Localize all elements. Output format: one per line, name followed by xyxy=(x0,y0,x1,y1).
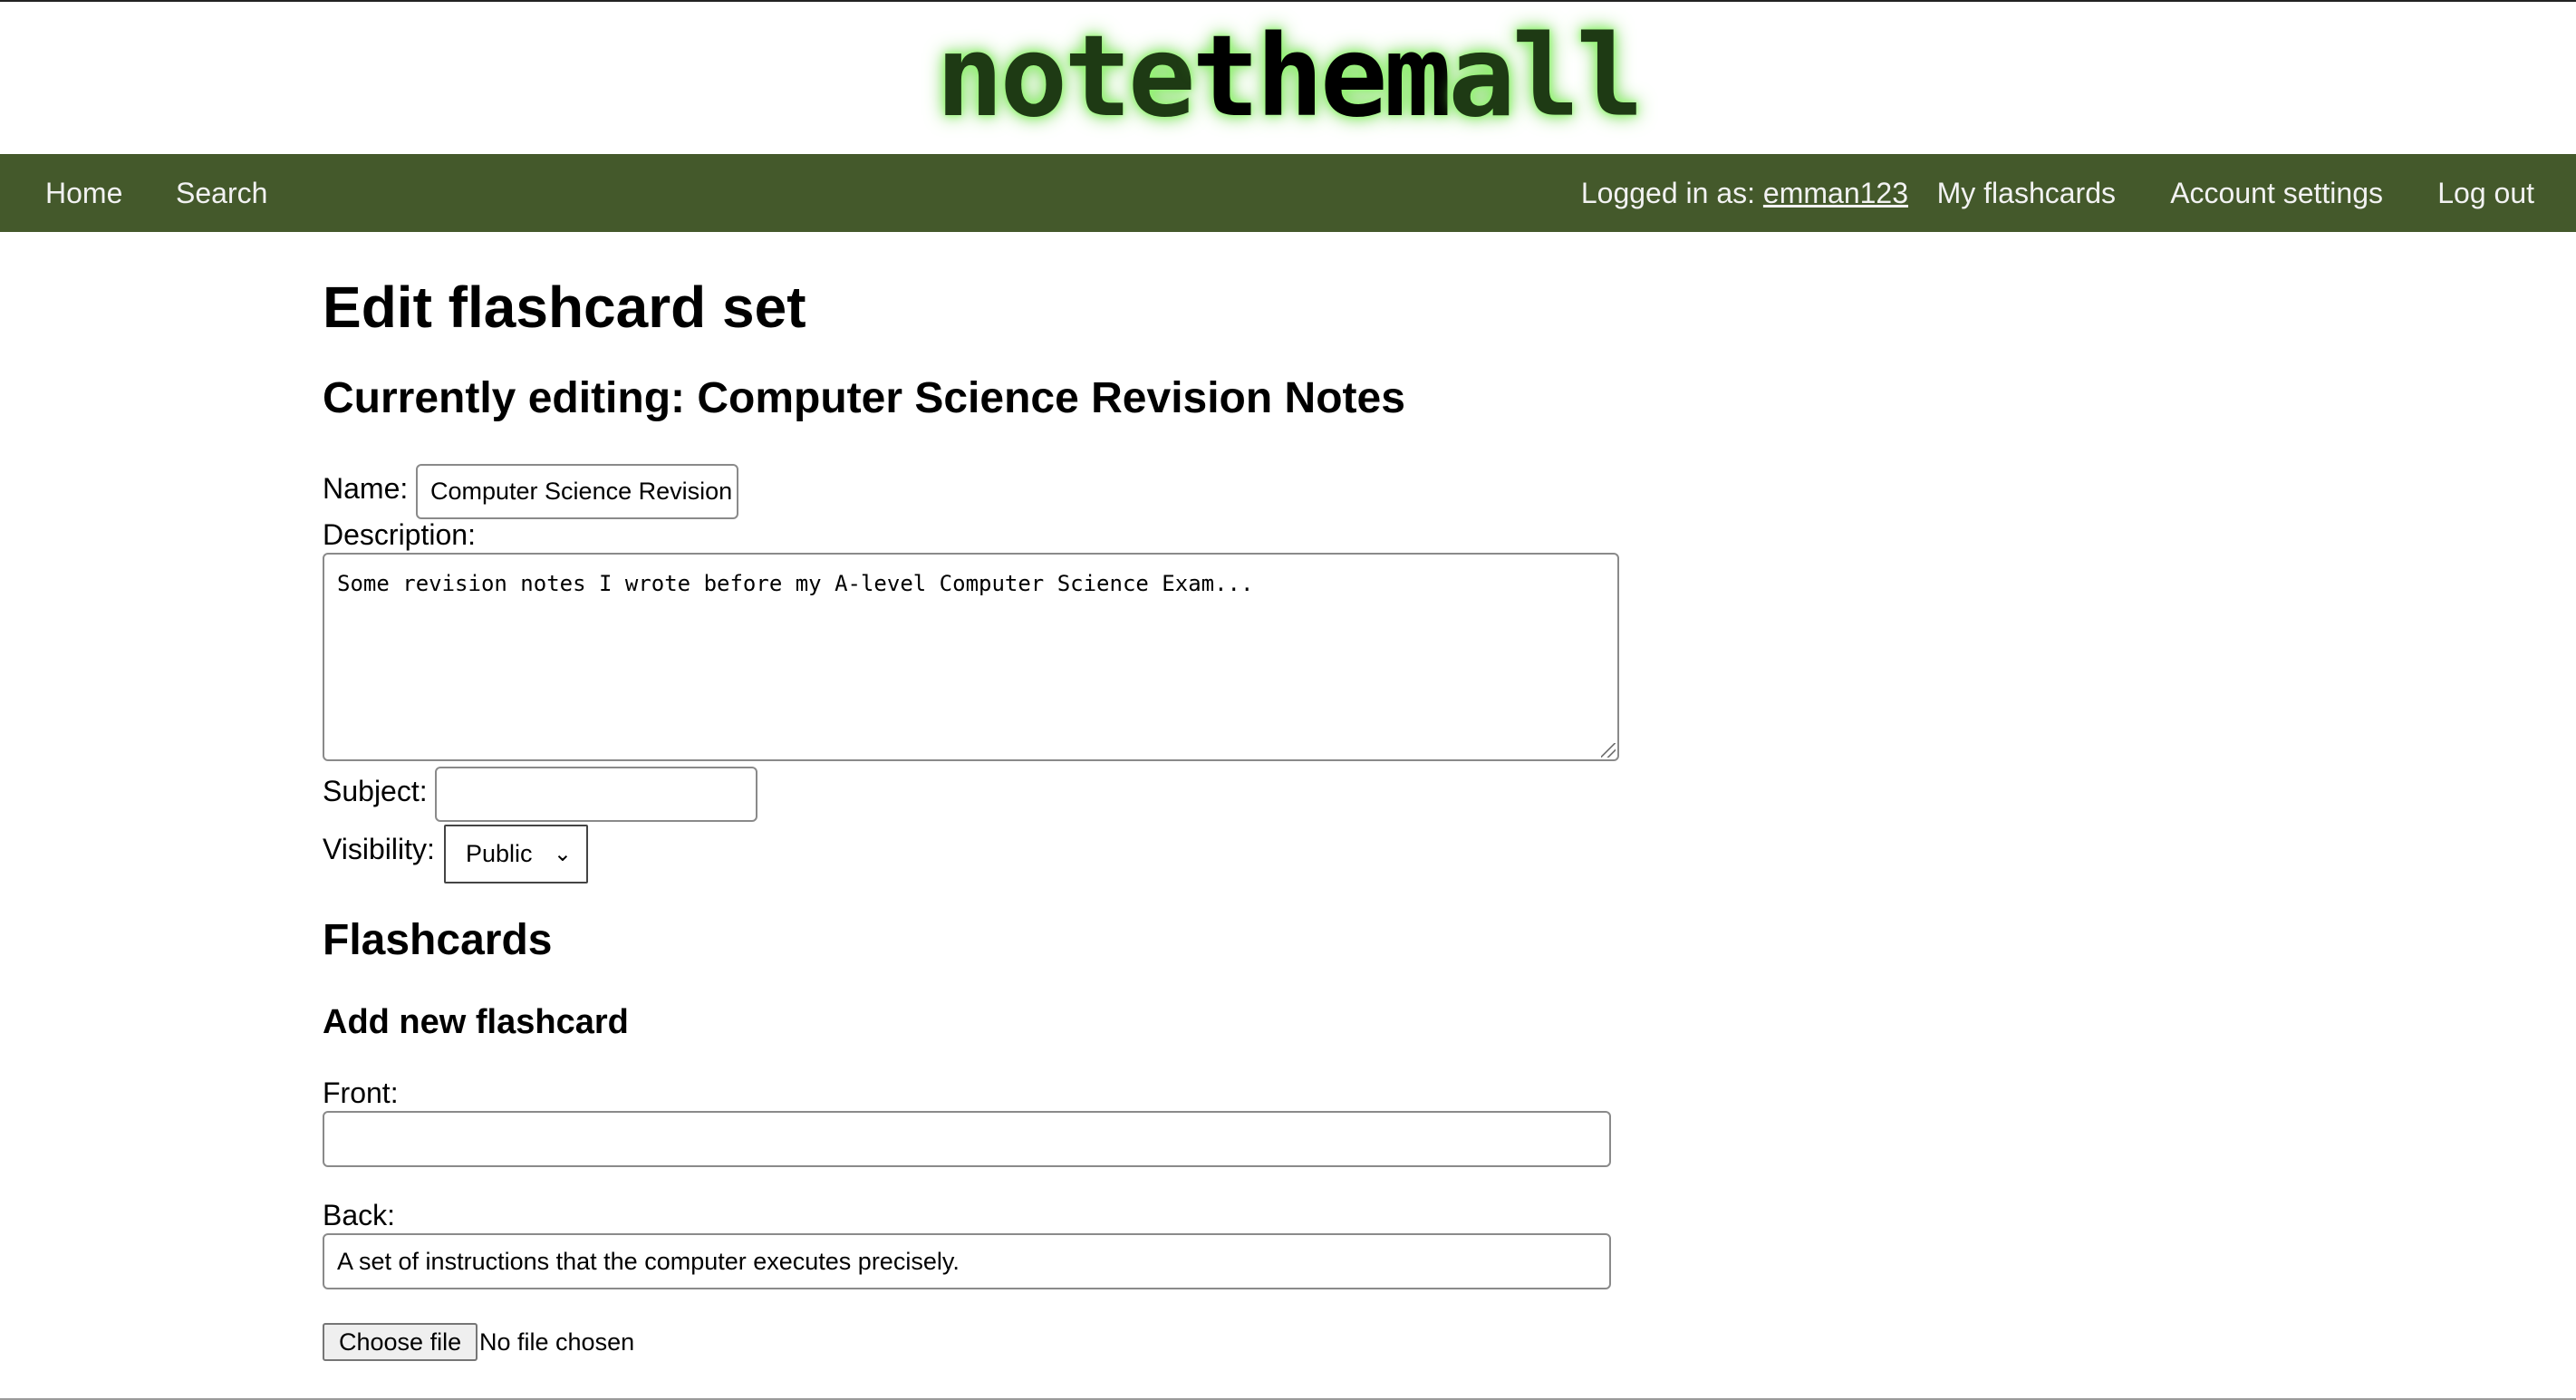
page-title: Edit flashcard set xyxy=(323,275,806,340)
subject-input[interactable] xyxy=(435,767,757,822)
site-logo[interactable]: notethemall xyxy=(0,18,2576,136)
currently-editing-heading: Currently editing: Computer Science Revi… xyxy=(323,374,1405,422)
back-input[interactable]: A set of instructions that the computer … xyxy=(323,1233,1611,1289)
back-label: Back: xyxy=(323,1199,396,1231)
name-input[interactable]: Computer Science Revision Notes xyxy=(416,464,738,519)
nav-log-out-link[interactable]: Log out xyxy=(2437,154,2534,232)
logged-in-status: Logged in as: emman123 xyxy=(1581,154,1908,232)
front-input[interactable] xyxy=(323,1111,1611,1167)
resize-handle-icon[interactable] xyxy=(1601,743,1616,758)
description-text: Some revision notes I wrote before my A-… xyxy=(337,571,1254,596)
choose-file-button[interactable]: Choose file xyxy=(323,1323,478,1361)
add-flashcard-heading: Add new flashcard xyxy=(323,1003,629,1041)
subject-label: Subject: xyxy=(323,775,428,807)
nav-home-link[interactable]: Home xyxy=(45,154,122,232)
chevron-down-icon: ⌄ xyxy=(553,842,572,866)
username-link[interactable]: emman123 xyxy=(1763,177,1908,209)
nav-my-flashcards-link[interactable]: My flashcards xyxy=(1937,154,2116,232)
site-header: notethemall xyxy=(0,2,2576,154)
nav-search-link[interactable]: Search xyxy=(176,154,267,232)
name-label: Name: xyxy=(323,472,409,505)
visibility-label: Visibility: xyxy=(323,833,435,865)
logged-in-prefix: Logged in as: xyxy=(1580,177,1763,209)
no-file-status: No file chosen xyxy=(479,1328,635,1356)
nav-bar: Home Search Logged in as: emman123 My fl… xyxy=(0,154,2576,232)
nav-account-settings-link[interactable]: Account settings xyxy=(2170,154,2383,232)
description-label: Description: xyxy=(323,518,476,551)
description-textarea[interactable]: Some revision notes I wrote before my A-… xyxy=(323,553,1619,761)
front-label: Front: xyxy=(323,1077,399,1109)
flashcards-heading: Flashcards xyxy=(323,916,553,964)
visibility-select[interactable]: Public ⌄ xyxy=(444,825,588,883)
visibility-selected-value: Public xyxy=(466,840,533,867)
